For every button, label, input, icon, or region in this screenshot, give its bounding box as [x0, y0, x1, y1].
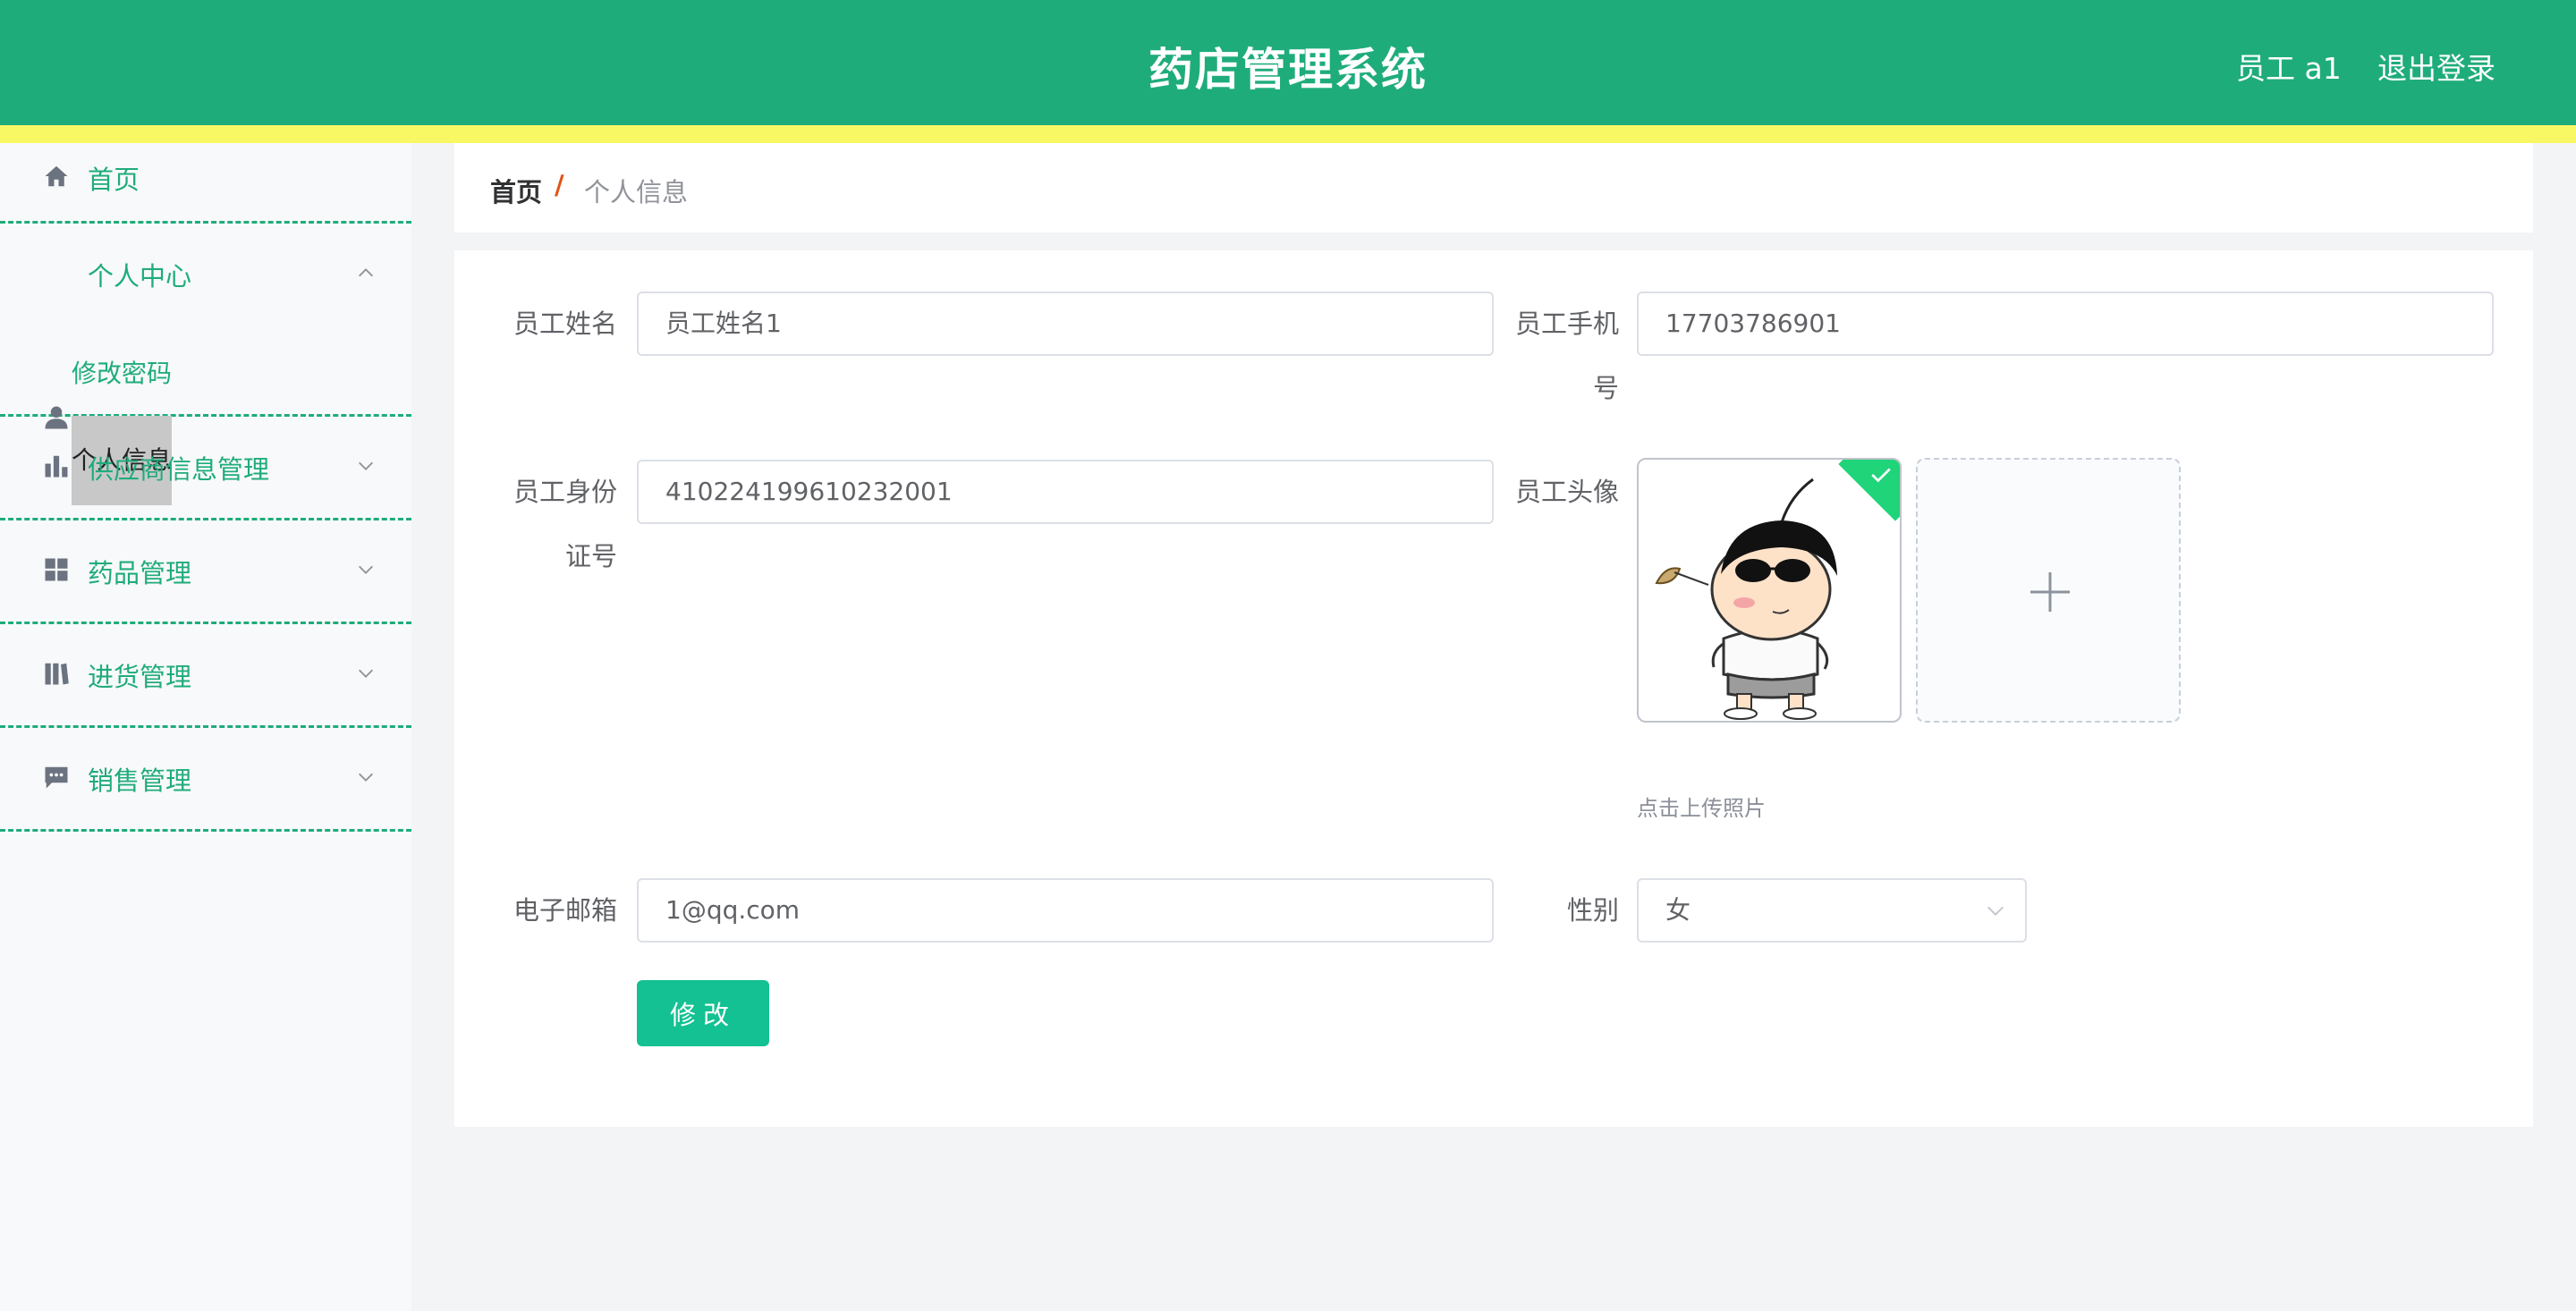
sidebar-item-label: 进货管理	[88, 662, 192, 692]
sidebar-item-purchase-management[interactable]: 进货管理	[0, 624, 411, 728]
name-label: 员工姓名	[513, 309, 617, 339]
gender-select[interactable]: 女	[1637, 878, 2027, 943]
submenu-change-password[interactable]: 修改密码	[72, 354, 172, 390]
chevron-down-icon	[1987, 906, 2004, 916]
breadcrumb-home[interactable]: 首页	[490, 172, 542, 209]
breadcrumb-current: 个人信息	[584, 177, 689, 207]
id-number-input[interactable]: 410224199610232001	[637, 460, 1494, 524]
sidebar-item-personal-center[interactable]: 个人中心	[0, 224, 411, 429]
phone-label: 员工手机	[1514, 309, 1619, 339]
app-title: 药店管理系统	[1148, 44, 1428, 96]
breadcrumb: 首页 / 个人信息	[454, 143, 2533, 233]
breadcrumb-separator: /	[555, 170, 564, 200]
chevron-up-icon	[359, 268, 373, 277]
sidebar-item-label: 首页	[88, 165, 140, 195]
sidebar-item-label: 药品管理	[88, 558, 192, 588]
phone-input[interactable]: 17703786901	[1637, 292, 2494, 356]
sidebar: 首页 个人中心 修改密码 个人信息 供应商信息管理 药品管理 进货管理 销售管理	[0, 143, 411, 1311]
current-user-label: 员工 a1	[2236, 51, 2342, 86]
chevron-down-icon	[359, 461, 373, 470]
name-input[interactable]: 员工姓名1	[637, 292, 1494, 356]
email-label: 电子邮箱	[513, 895, 617, 926]
email-input[interactable]: 1@qq.com	[637, 878, 1494, 943]
id-number-label-line2: 证号	[564, 541, 617, 571]
books-icon	[45, 663, 69, 685]
sidebar-item-label: 销售管理	[88, 765, 192, 796]
grid-icon	[45, 558, 68, 581]
sidebar-item-label: 供应商信息管理	[88, 454, 270, 485]
bar-chart-icon	[45, 455, 68, 478]
header-accent-stripe	[0, 125, 2576, 143]
avatar-label: 员工头像	[1514, 477, 1619, 507]
avatar-preview[interactable]	[1637, 458, 1902, 723]
gender-label: 性别	[1566, 895, 1619, 926]
upload-tip-text: 点击上传照片	[1637, 796, 1766, 821]
logout-link[interactable]: 退出登录	[2377, 45, 2496, 88]
avatar-image	[1655, 478, 1837, 720]
check-icon	[1871, 468, 1891, 483]
chevron-down-icon	[359, 773, 373, 782]
modify-button[interactable]: 修改	[637, 980, 769, 1046]
sidebar-item-medicine-management[interactable]: 药品管理	[0, 520, 411, 624]
top-header: 药店管理系统 员工 a1 退出登录	[0, 0, 2576, 125]
sidebar-item-label: 个人中心	[88, 261, 192, 292]
message-icon	[45, 766, 68, 789]
gender-select-value: 女	[1665, 895, 1691, 925]
chevron-down-icon	[359, 565, 373, 574]
home-icon	[45, 165, 68, 187]
plus-icon	[2030, 572, 2070, 612]
id-number-label: 员工身份	[513, 477, 617, 507]
phone-label-line2: 号	[1592, 373, 1619, 403]
upload-avatar-button[interactable]	[1916, 458, 2181, 723]
sidebar-item-sales-management[interactable]: 销售管理	[0, 728, 411, 832]
chevron-down-icon	[359, 669, 373, 678]
sidebar-item-supplier-management[interactable]: 供应商信息管理	[0, 417, 411, 520]
sidebar-item-home[interactable]: 首页	[0, 143, 411, 224]
